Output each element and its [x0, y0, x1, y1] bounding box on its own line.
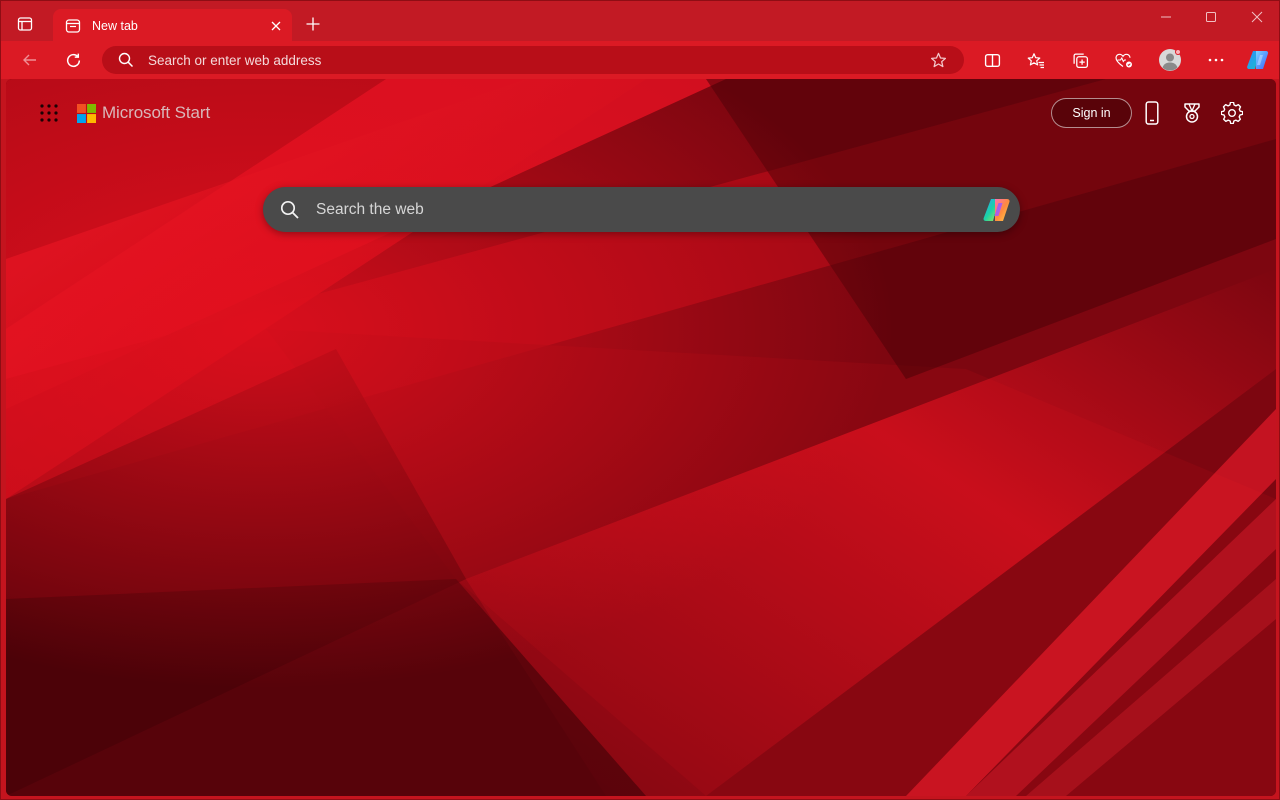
- minimize-button[interactable]: [1155, 6, 1177, 28]
- title-bar: New tab: [1, 1, 1279, 42]
- address-bar[interactable]: Search or enter web address: [102, 46, 964, 74]
- tab-close-button[interactable]: [266, 16, 286, 36]
- split-screen-icon: [984, 53, 1000, 67]
- phone-icon: [1145, 101, 1159, 125]
- sign-in-button[interactable]: Sign in: [1051, 98, 1132, 128]
- refresh-button[interactable]: [59, 47, 87, 73]
- toolbar: Search or enter web address: [1, 41, 1279, 79]
- minimize-icon: [1161, 16, 1171, 18]
- favorites-button[interactable]: [1022, 47, 1050, 73]
- rewards-button[interactable]: [1178, 99, 1206, 127]
- tab-title: New tab: [92, 18, 138, 33]
- address-input[interactable]: Search or enter web address: [148, 53, 925, 68]
- copilot-button[interactable]: [1244, 47, 1272, 73]
- back-arrow-icon: [23, 54, 36, 66]
- profile-icon: [1159, 49, 1181, 71]
- gear-icon: [1221, 102, 1243, 124]
- mobile-app-button[interactable]: [1138, 99, 1166, 127]
- app-grid-icon: [40, 104, 58, 122]
- profile-button[interactable]: [1156, 47, 1184, 73]
- close-icon: [1251, 11, 1263, 23]
- brand-name: Microsoft Start: [102, 103, 211, 122]
- copilot-icon: [1247, 51, 1269, 69]
- settings-button[interactable]: [1218, 99, 1246, 127]
- close-window-button[interactable]: [1246, 6, 1268, 28]
- web-search-input[interactable]: Search the web: [316, 201, 980, 219]
- maximize-icon: [1206, 12, 1216, 22]
- collections-button[interactable]: [1066, 47, 1094, 73]
- plus-icon: [306, 17, 320, 31]
- tab-actions-button[interactable]: [11, 10, 39, 38]
- microsoft-logo-icon: [77, 103, 96, 123]
- add-favorite-button[interactable]: [925, 49, 951, 71]
- split-screen-button[interactable]: [978, 47, 1006, 73]
- new-tab-page: Microsoft Start Sign in Search the web: [6, 79, 1276, 796]
- back-button[interactable]: [16, 47, 44, 73]
- refresh-icon: [66, 53, 80, 67]
- close-icon: [271, 21, 281, 30]
- favorites-icon: [1027, 52, 1044, 68]
- more-icon: [1208, 58, 1224, 62]
- copilot-search-button[interactable]: [980, 193, 1014, 227]
- heart-pulse-icon: [1115, 53, 1132, 67]
- apps-launcher-button[interactable]: [37, 101, 61, 125]
- tab-actions-icon: [17, 17, 33, 31]
- more-button[interactable]: [1202, 47, 1230, 73]
- search-icon: [280, 200, 299, 219]
- web-search-box[interactable]: Search the web: [263, 187, 1020, 232]
- star-icon: [930, 52, 946, 67]
- tab-new-tab[interactable]: New tab: [53, 9, 292, 42]
- microsoft-start-brand[interactable]: Microsoft Start: [77, 101, 210, 125]
- maximize-button[interactable]: [1200, 6, 1222, 28]
- collections-icon: [1072, 52, 1088, 68]
- new-tab-button[interactable]: [301, 12, 325, 36]
- search-icon: [118, 52, 134, 68]
- rewards-trophy-icon: [1184, 103, 1200, 123]
- new-tab-page-icon: [65, 18, 81, 33]
- browser-window: New tab Search or enter web address Micr…: [0, 0, 1280, 800]
- browser-essentials-button[interactable]: [1110, 47, 1138, 73]
- copilot-icon: [983, 198, 1010, 221]
